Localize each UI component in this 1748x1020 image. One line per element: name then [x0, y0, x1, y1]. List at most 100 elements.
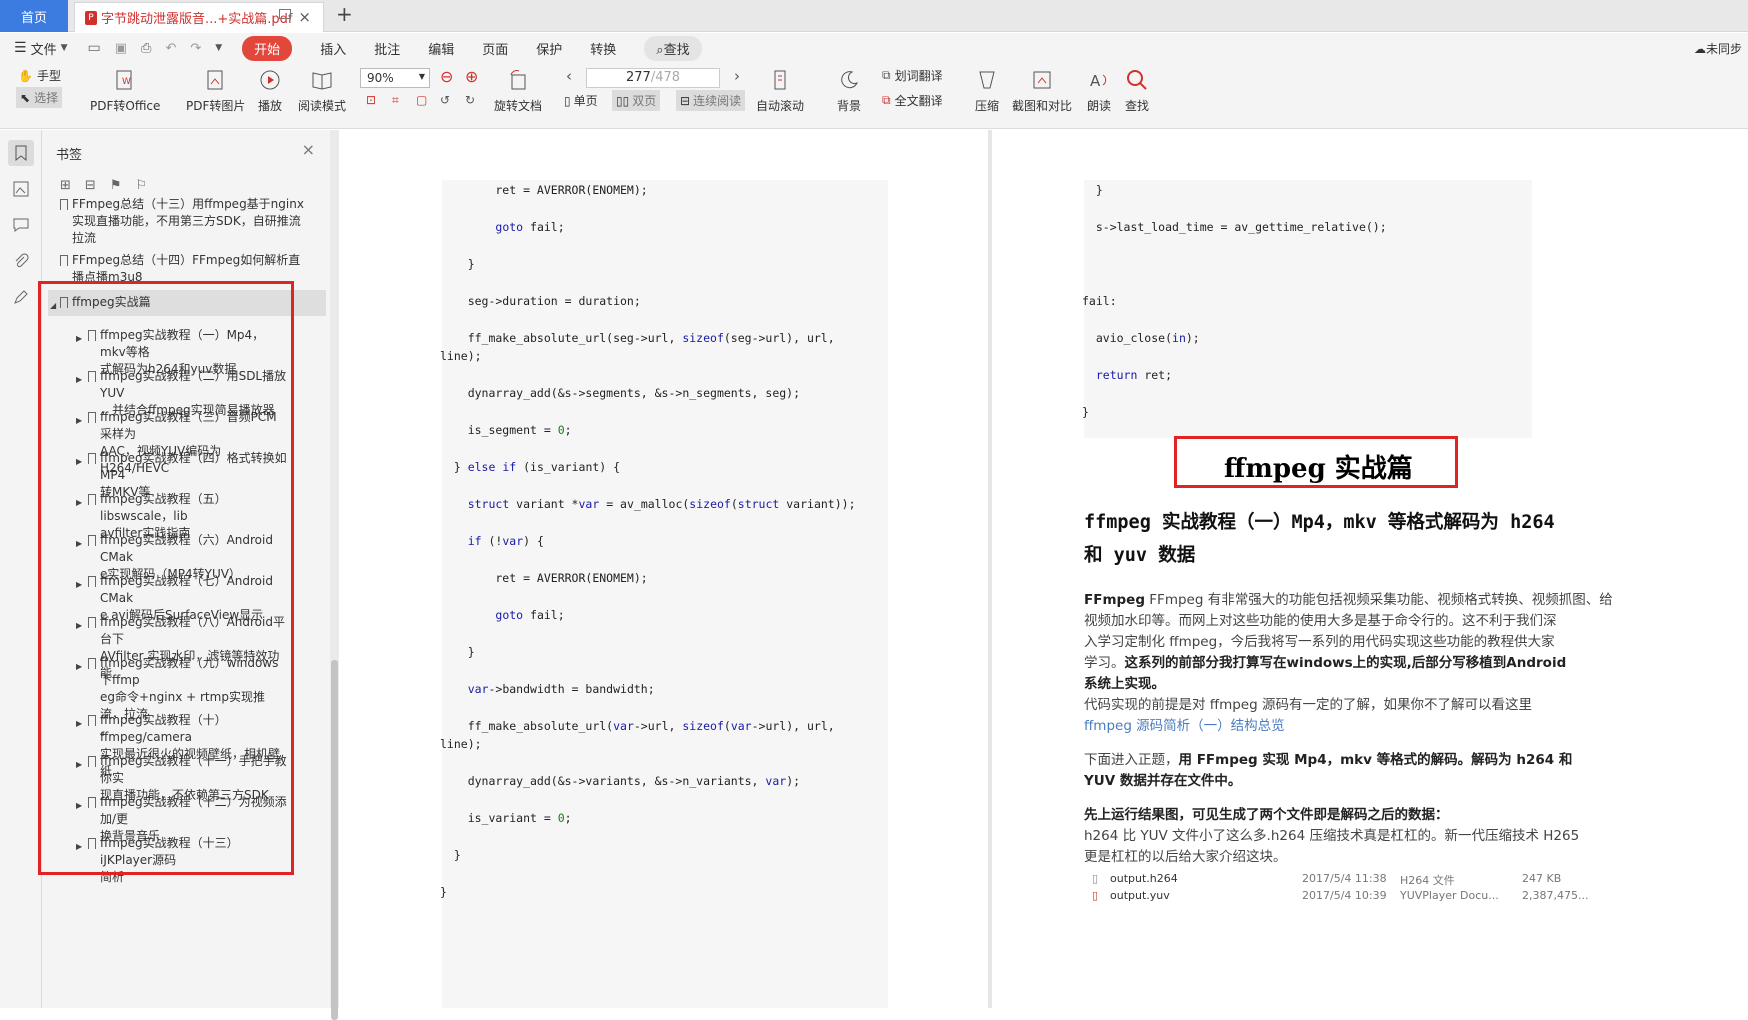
full-translate-label: 全文翻译 — [894, 94, 943, 108]
source-analysis-link[interactable]: ffmpeg 源码简析（一）结构总览 — [1084, 714, 1285, 738]
fit-width-icon[interactable]: ▢ — [416, 93, 427, 107]
pdf-to-image-label: PDF转图片 — [186, 99, 246, 113]
paragraph-line: YUV 数据并存在文件中。 — [1084, 769, 1241, 793]
svg-text:W: W — [122, 77, 131, 87]
hand-tool[interactable]: ✋ 手型 — [18, 67, 61, 84]
menu-annotate[interactable]: 批注 — [374, 39, 400, 58]
scrollbar[interactable] — [330, 130, 339, 1020]
word-translate-button[interactable]: ⧉ 划词翻译 — [882, 67, 943, 84]
find-button[interactable]: 查找 — [1124, 67, 1150, 114]
file-name: output.h264 — [1110, 872, 1178, 885]
code-line: ff_make_absolute_url(seg->url, sizeof(se… — [440, 331, 835, 345]
signature-icon[interactable] — [8, 284, 34, 310]
pdf-to-office-button[interactable]: W PDF转Office — [90, 67, 160, 114]
rotate-left-icon[interactable]: ↺ — [440, 93, 450, 107]
single-page-button[interactable]: ▯ 单页 — [564, 92, 598, 109]
read-aloud-button[interactable]: A 朗读 — [1086, 67, 1112, 114]
bookmark-panel-icon[interactable] — [8, 140, 34, 166]
document-viewer: ret = AVERROR(ENOMEM); goto fail; } seg-… — [340, 130, 1748, 1008]
thumbnail-panel-icon[interactable] — [8, 176, 34, 202]
rotate-right-icon[interactable]: ↻ — [465, 93, 475, 107]
word-translate-label: 划词翻译 — [894, 69, 943, 83]
code-line: } else if (is_variant) { — [440, 460, 621, 474]
code-line: dynarray_add(&s->segments, &s->n_segment… — [440, 386, 801, 400]
monitor-icon[interactable] — [279, 9, 291, 19]
comment-panel-icon[interactable] — [8, 212, 34, 238]
bookmark-item[interactable]: FFmpeg总结（十三）用ffmpeg基于nginx实现直播功能，不用第三方SD… — [60, 196, 310, 247]
page-left: ret = AVERROR(ENOMEM); goto fail; } seg-… — [340, 130, 988, 1008]
hamburger-icon[interactable]: ☰ — [14, 40, 27, 56]
menu-page[interactable]: 页面 — [482, 39, 508, 58]
continuous-label: 连续阅读 — [693, 94, 742, 108]
ribbon-toolbar: ✋ 手型 ⬉ 选择 W PDF转Office PDF转图片 播放 阅读模式 90% ▼ … — [0, 63, 1748, 129]
paragraph-text: 下面进入正题， — [1084, 752, 1179, 768]
page-number-input[interactable]: 277/478 — [586, 68, 720, 88]
auto-scroll-button[interactable]: 自动滚动 — [756, 67, 804, 114]
speaker-icon: A — [1086, 67, 1112, 93]
menu-convert[interactable]: 转换 — [590, 39, 616, 58]
menu-search[interactable]: ⌕查找 — [644, 35, 702, 61]
menu-start[interactable]: 开始 — [242, 35, 293, 61]
play-button[interactable]: 播放 — [257, 67, 283, 114]
next-page-icon[interactable]: › — [734, 67, 740, 85]
background-button[interactable]: 背景 — [836, 67, 862, 114]
full-translate-button[interactable]: ⧉ 全文翻译 — [882, 92, 943, 109]
undo-icon[interactable]: ↶ — [165, 41, 176, 56]
file-row[interactable]: ▯ output.h264 2017/5/4 11:38 H264 文件 247 KB — [1092, 872, 1562, 888]
print-icon[interactable]: ⎙ — [141, 41, 151, 56]
redo-icon[interactable]: ↷ — [190, 41, 201, 56]
remove-bookmark-icon[interactable]: ⚐ — [135, 178, 147, 193]
zoom-out-icon[interactable]: ⊖ — [440, 67, 453, 86]
code-line: ff_make_absolute_url(var->url, sizeof(va… — [440, 719, 835, 733]
close-icon[interactable]: × — [298, 8, 311, 26]
fit-page-icon[interactable]: ⌗ — [392, 93, 399, 108]
close-icon[interactable]: × — [302, 140, 315, 159]
more-chevron-icon[interactable]: ▼ — [215, 43, 222, 53]
tab-document[interactable]: P 字节跳动泄露版音...+实战篇.pdf × — [74, 2, 324, 32]
auto-scroll-label: 自动滚动 — [756, 99, 805, 113]
screenshot-compare-button[interactable]: 截图和对比 — [1012, 67, 1072, 114]
chevron-down-icon: ▼ — [418, 72, 425, 81]
save-icon[interactable]: ▣ — [115, 41, 127, 56]
highlight-box-bookmarks — [38, 281, 294, 875]
compress-button[interactable]: 压缩 — [974, 67, 1000, 114]
pdf-to-office-label: PDF转Office — [90, 99, 161, 113]
collapse-all-icon[interactable]: ⊟ — [85, 178, 96, 193]
double-page-button[interactable]: ▯▯ 双页 — [612, 90, 661, 111]
expand-all-icon[interactable]: ⊞ — [60, 178, 71, 193]
actual-size-icon[interactable]: ⊡ — [366, 93, 376, 107]
scrollbar-thumb[interactable] — [331, 660, 338, 1020]
new-tab-button[interactable]: + — [336, 2, 353, 26]
highlight-box-title — [1174, 436, 1458, 488]
code-line: fail: — [1082, 294, 1117, 308]
select-tool[interactable]: ⬉ 选择 — [16, 87, 63, 108]
zoom-in-icon[interactable]: ⊕ — [465, 67, 478, 86]
menu-edit[interactable]: 编辑 — [428, 39, 454, 58]
menu-file[interactable]: 文件 — [31, 39, 57, 58]
sync-status[interactable]: ☁未同步 — [1694, 40, 1742, 57]
pdf-to-image-button[interactable]: PDF转图片 — [186, 67, 245, 114]
add-bookmark-icon[interactable]: ⚑ — [110, 178, 122, 193]
rotate-document-button[interactable]: 旋转文档 — [494, 67, 542, 114]
read-mode-button[interactable]: 阅读模式 — [298, 67, 346, 114]
file-row[interactable]: ▯ output.yuv 2017/5/4 10:39 YUVPlayer Docu.… — [1092, 889, 1588, 905]
code-line: s->last_load_time = av_gettime_relative(… — [1082, 220, 1387, 234]
code-line: return ret; — [1095, 368, 1173, 382]
menu-protect[interactable]: 保护 — [536, 39, 562, 58]
zoom-select[interactable]: 90% ▼ — [360, 68, 430, 88]
pdf-to-office-icon: W — [112, 67, 138, 93]
moon-icon — [836, 67, 862, 93]
code-line: } — [440, 848, 461, 862]
prev-page-icon[interactable]: ‹ — [566, 67, 572, 85]
open-folder-icon[interactable]: ▭ — [88, 40, 101, 56]
file-date: 2017/5/4 10:39 — [1302, 889, 1387, 902]
select-label: 选择 — [34, 91, 59, 105]
code-line: goto fail; — [495, 220, 565, 234]
menu-insert[interactable]: 插入 — [320, 39, 346, 58]
tab-home[interactable]: 首页 — [0, 0, 68, 32]
paragraph-text: FFmpeg 有非常强大的功能包括视频采集功能、视频格式转换、视频抓图、给 — [1149, 592, 1613, 608]
chevron-down-icon[interactable]: ▼ — [61, 43, 68, 53]
continuous-read-button[interactable]: ⊟ 连续阅读 — [676, 90, 746, 111]
attachment-icon[interactable] — [8, 248, 34, 274]
file-size: 247 KB — [1522, 872, 1562, 885]
